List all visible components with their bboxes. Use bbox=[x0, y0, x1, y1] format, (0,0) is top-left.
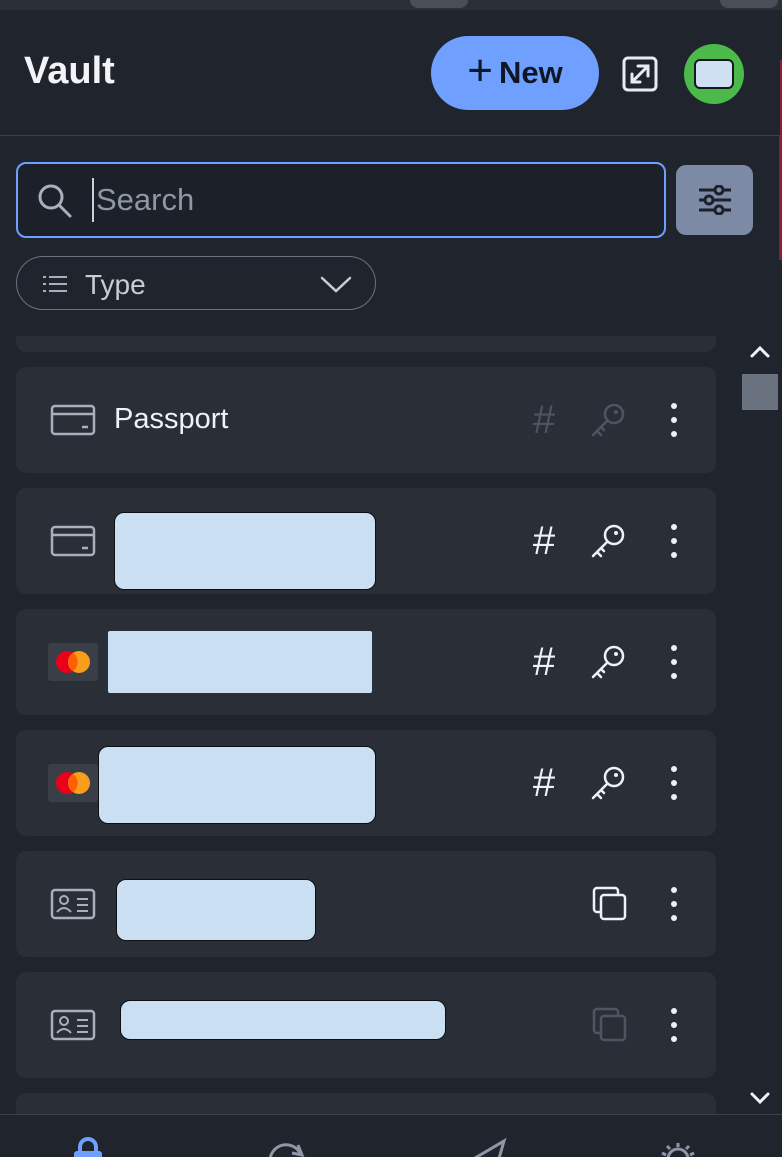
plus-icon: + bbox=[467, 46, 493, 95]
key-icon[interactable] bbox=[588, 642, 628, 682]
header: Vault + New bbox=[0, 10, 780, 136]
list-item[interactable]: Passport # bbox=[16, 367, 716, 473]
list-item[interactable] bbox=[16, 1093, 716, 1116]
list-item[interactable]: # bbox=[16, 488, 716, 594]
list-item[interactable]: # bbox=[16, 609, 716, 715]
page-title: Vault bbox=[24, 50, 115, 92]
list-icon bbox=[43, 276, 67, 292]
scrollbar-thumb[interactable] bbox=[742, 374, 778, 410]
key-icon[interactable] bbox=[588, 400, 628, 440]
card-icon bbox=[50, 525, 96, 557]
more-options-icon[interactable] bbox=[664, 1005, 684, 1045]
chevron-down-icon bbox=[320, 276, 352, 293]
list-item[interactable] bbox=[16, 851, 716, 957]
vault-icon[interactable] bbox=[66, 1135, 110, 1157]
new-item-label: New bbox=[498, 55, 563, 90]
scroll-up-arrow[interactable] bbox=[748, 342, 772, 362]
copy-number-icon[interactable]: # bbox=[524, 521, 564, 561]
filter-settings-button[interactable] bbox=[676, 165, 753, 235]
mastercard-icon bbox=[48, 764, 98, 802]
key-icon[interactable] bbox=[588, 763, 628, 803]
settings-icon[interactable] bbox=[656, 1135, 700, 1157]
scroll-down-arrow[interactable] bbox=[748, 1088, 772, 1108]
search-box bbox=[16, 162, 666, 238]
avatar-image bbox=[694, 59, 734, 89]
card-icon bbox=[50, 404, 96, 436]
tab-handle bbox=[720, 0, 778, 8]
list-item[interactable] bbox=[16, 336, 716, 352]
copy-number-icon[interactable]: # bbox=[524, 763, 564, 803]
redacted-name bbox=[114, 512, 376, 590]
copy-icon[interactable] bbox=[590, 884, 630, 924]
identity-icon bbox=[50, 1009, 96, 1041]
vault-popup: Vault + New Search Type Passport # # # # bbox=[0, 0, 782, 1157]
list-item[interactable]: # bbox=[16, 730, 716, 836]
more-options-icon[interactable] bbox=[664, 763, 684, 803]
search-input[interactable] bbox=[92, 178, 652, 222]
more-options-icon[interactable] bbox=[664, 642, 684, 682]
copy-icon[interactable] bbox=[590, 1005, 630, 1045]
copy-number-icon[interactable]: # bbox=[524, 642, 564, 682]
generator-icon[interactable] bbox=[264, 1135, 308, 1157]
type-filter-dropdown[interactable]: Type bbox=[16, 256, 376, 310]
type-filter-label: Type bbox=[85, 269, 146, 300]
bottom-navigation bbox=[0, 1114, 782, 1157]
more-options-icon[interactable] bbox=[664, 521, 684, 561]
vault-item-list: Passport # # # # bbox=[0, 336, 740, 1116]
redacted-name bbox=[120, 1000, 446, 1040]
send-icon[interactable] bbox=[466, 1135, 510, 1157]
redacted-name bbox=[116, 879, 316, 941]
tab-handle bbox=[410, 0, 468, 8]
more-options-icon[interactable] bbox=[664, 400, 684, 440]
popout-icon[interactable] bbox=[620, 54, 660, 94]
identity-icon bbox=[50, 888, 96, 920]
sliders-icon bbox=[698, 185, 731, 215]
redacted-name bbox=[108, 631, 372, 693]
window-top-strip bbox=[0, 0, 782, 10]
copy-number-icon[interactable]: # bbox=[524, 400, 564, 440]
new-item-button[interactable]: + New bbox=[431, 36, 599, 110]
search-icon bbox=[38, 184, 72, 218]
redacted-name bbox=[98, 746, 376, 824]
more-options-icon[interactable] bbox=[664, 884, 684, 924]
list-item[interactable] bbox=[16, 972, 716, 1078]
item-name: Passport bbox=[114, 403, 229, 435]
mastercard-icon bbox=[48, 643, 98, 681]
key-icon[interactable] bbox=[588, 521, 628, 561]
account-avatar[interactable] bbox=[684, 44, 744, 104]
